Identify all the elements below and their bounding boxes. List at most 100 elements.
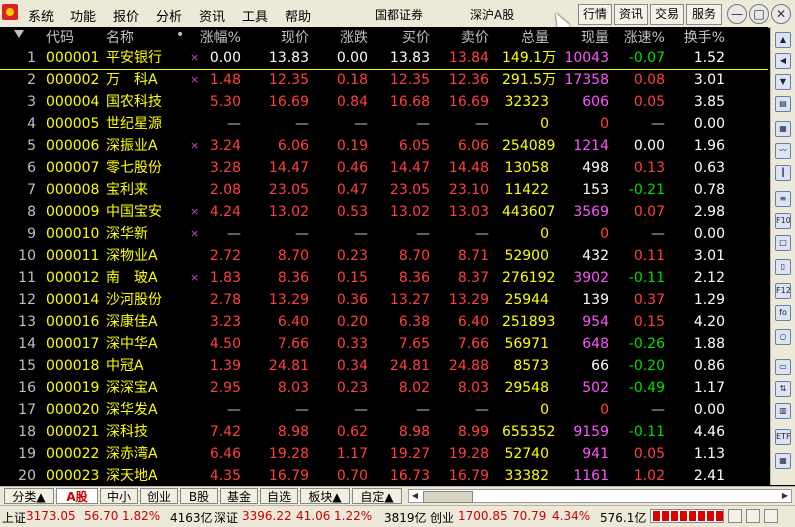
col-ask[interactable]: 卖价 xyxy=(442,27,489,47)
table-row[interactable]: 12 000014 沙河股份 2.78 13.29 0.36 13.27 13.29 25944… xyxy=(0,289,768,311)
report-icon[interactable]: ▤ xyxy=(775,96,791,112)
col-code[interactable]: 代码 xyxy=(46,27,74,47)
menu-function[interactable]: 功能 xyxy=(70,6,96,25)
table-row[interactable]: 1 000001 平安银行 × 0.00 13.83 0.00 13.83 13.84 149.1… xyxy=(0,47,768,70)
cell-ask: — xyxy=(475,116,489,132)
col-turnover[interactable]: 换手% xyxy=(677,27,725,47)
table-row[interactable]: 18 000021 深科技 7.42 8.98 0.62 8.98 8.99 655352 915… xyxy=(0,421,768,443)
table-icon[interactable]: ▦ xyxy=(775,121,791,137)
f12-icon[interactable]: F12 xyxy=(775,283,791,299)
etf-icon[interactable]: ETF xyxy=(775,429,791,445)
stock-code: 000001 xyxy=(46,50,100,66)
cy-index[interactable]: 1700.85 xyxy=(458,509,508,523)
row-index: 5 xyxy=(27,138,36,154)
table-row[interactable]: 7 000008 宝利来 2.08 23.05 0.47 23.05 23.10 11422 15… xyxy=(0,179,768,201)
book-icon[interactable]: □ xyxy=(775,235,791,251)
f10-icon[interactable]: F10 xyxy=(775,213,791,229)
column-dropdown-icon[interactable] xyxy=(14,30,24,38)
quote-button[interactable]: 行情 xyxy=(578,4,612,25)
table-row[interactable]: 17 000020 深华发A — — — — — 0 0 — 0.00 xyxy=(0,399,768,421)
col-change[interactable]: 涨跌 xyxy=(321,27,368,47)
table-row[interactable]: 4 000005 世纪星源 — — — — — 0 0 — 0.00 xyxy=(0,113,768,135)
table-row[interactable]: 9 000010 深华新 × — — — — —0 0—0.00 xyxy=(0,223,768,245)
close-button[interactable]: ✕ xyxy=(771,4,791,24)
table-row[interactable]: 2 000002 万 科A × 1.48 12.35 0.18 12.35 12.36 291.5… xyxy=(0,69,768,91)
menu-system[interactable]: 系统 xyxy=(28,6,54,25)
table-row[interactable]: 11 000012 南 玻A × 1.83 8.36 0.15 8.36 8.37 276192 3… xyxy=(0,267,768,289)
transfer-icon[interactable]: ⇅ xyxy=(775,381,791,397)
cell-pct: 6.46 xyxy=(209,446,241,462)
status-box-icon-3[interactable] xyxy=(764,509,778,523)
service-button[interactable]: 服务 xyxy=(686,4,722,25)
horizontal-scrollbar[interactable]: ◀ ▶ xyxy=(408,489,792,503)
table-row[interactable]: 20 000023 深天地A 4.35 16.79 0.70 16.73 16.79 33382… xyxy=(0,465,768,487)
tab-a-shares[interactable]: A股 xyxy=(56,488,98,504)
arrow-down-icon[interactable]: ▼ xyxy=(775,74,791,90)
list-icon[interactable]: ≡ xyxy=(775,191,791,207)
menu-info[interactable]: 资讯 xyxy=(199,6,225,25)
menu-analysis[interactable]: 分析 xyxy=(156,6,182,25)
candlestick-icon[interactable]: ┃ xyxy=(775,165,791,181)
minimize-button[interactable]: — xyxy=(727,4,747,24)
arrow-up-icon[interactable]: ▲ xyxy=(775,32,791,48)
col-pct[interactable]: 涨幅% xyxy=(190,27,241,47)
chart-icon[interactable]: ▥ xyxy=(775,403,791,419)
cell-volume: 0 xyxy=(540,226,549,242)
info-button[interactable]: 资讯 xyxy=(614,4,648,25)
quote-table[interactable]: 代码 名称 • 涨幅% 现价 涨跌 买价 卖价 总量 现量 涨速% 换手% 10… xyxy=(0,27,768,485)
tab-watchlist[interactable]: 自选 xyxy=(260,488,298,504)
cell-turnover: 1.29 xyxy=(693,292,725,308)
tab-sme[interactable]: 中小 xyxy=(100,488,138,504)
table-row[interactable]: 10 000011 深物业A 2.72 8.70 0.23 8.70 8.71 52900 432… xyxy=(0,245,768,267)
status-box-icon-2[interactable] xyxy=(746,509,760,523)
line-chart-icon[interactable]: 〰 xyxy=(775,143,791,159)
f12-icon-glyph: F12 xyxy=(776,286,791,295)
sh-index[interactable]: 3173.05 xyxy=(26,509,76,523)
folder-icon[interactable]: ▭ xyxy=(775,359,791,375)
col-speed[interactable]: 涨速% xyxy=(618,27,665,47)
cy-change: 70.79 xyxy=(512,509,547,523)
scroll-thumb[interactable] xyxy=(423,491,473,503)
scroll-left-icon[interactable]: ◀ xyxy=(409,491,421,501)
scroll-right-icon[interactable]: ▶ xyxy=(779,491,791,501)
menu-quote[interactable]: 报价 xyxy=(113,6,139,25)
tab-funds[interactable]: 基金 xyxy=(220,488,258,504)
menu-tools[interactable]: 工具 xyxy=(242,6,268,25)
col-cur-vol[interactable]: 现量 xyxy=(562,27,609,47)
table-row[interactable]: 8 000009 中国宝安 × 4.24 13.02 0.53 13.02 13.03 44360… xyxy=(0,201,768,223)
tab-custom[interactable]: 自定▲ xyxy=(352,488,402,504)
sz-index[interactable]: 3396.22 xyxy=(242,509,292,523)
tab-gem[interactable]: 创业 xyxy=(140,488,178,504)
fo-icon[interactable]: fo xyxy=(775,305,791,321)
table-row[interactable]: 19 000022 深赤湾A 6.46 19.28 1.17 19.27 19.28 52740… xyxy=(0,443,768,465)
cell-turnover: 1.96 xyxy=(693,138,725,154)
table-row[interactable]: 15 000018 中冠A 1.39 24.81 0.34 24.81 24.88 8573 66… xyxy=(0,355,768,377)
arrow-left-icon[interactable]: ◀ xyxy=(775,53,791,69)
tab-b-shares[interactable]: B股 xyxy=(180,488,218,504)
col-name[interactable]: 名称 xyxy=(106,27,134,47)
cell-price: — xyxy=(295,402,309,418)
table-row[interactable]: 13 000016 深康佳A 3.23 6.40 0.20 6.38 6.40 251893 95… xyxy=(0,311,768,333)
tab-sectors[interactable]: 板块▲ xyxy=(300,488,350,504)
trade-button[interactable]: 交易 xyxy=(650,4,684,25)
tab-category[interactable]: 分类▲ xyxy=(4,488,54,504)
cell-turnover: 1.17 xyxy=(693,380,725,396)
status-box-icon[interactable] xyxy=(728,509,742,523)
grid-icon[interactable]: ▦ xyxy=(775,453,791,469)
table-row[interactable]: 6 000007 零七股份 3.28 14.47 0.46 14.47 14.48 13058 4… xyxy=(0,157,768,179)
cell-speed: 1.02 xyxy=(633,468,665,484)
circle-icon[interactable]: ○ xyxy=(775,329,791,345)
col-price[interactable]: 现价 xyxy=(262,27,309,47)
cell-cur-vol: 954 xyxy=(582,314,609,330)
table-row[interactable]: 16 000019 深深宝A 2.95 8.03 0.23 8.02 8.03 29548 502… xyxy=(0,377,768,399)
table-row[interactable]: 14 000017 深中华A 4.50 7.66 0.33 7.65 7.66 56971 648… xyxy=(0,333,768,355)
right-toolbar: ▲ ◀ ▼ ▤ ▦ 〰 ┃ ≡ F10 □ ▯ F12 fo ○ ▭ ⇅ ▥ ETF ▦ xyxy=(770,27,795,485)
col-bid[interactable]: 买价 xyxy=(383,27,430,47)
table-row[interactable]: 3 000004 国农科技 5.30 16.69 0.84 16.68 16.69 32323 6… xyxy=(0,91,768,113)
maximize-button[interactable]: □ xyxy=(749,4,769,24)
col-volume[interactable]: 总量 xyxy=(502,27,549,47)
menu-help[interactable]: 帮助 xyxy=(285,6,311,25)
page-icon[interactable]: ▯ xyxy=(775,259,791,275)
stock-code: 000023 xyxy=(46,468,100,484)
table-row[interactable]: 5 000006 深振业A × 3.24 6.06 0.19 6.05 6.06 254089 12… xyxy=(0,135,768,157)
